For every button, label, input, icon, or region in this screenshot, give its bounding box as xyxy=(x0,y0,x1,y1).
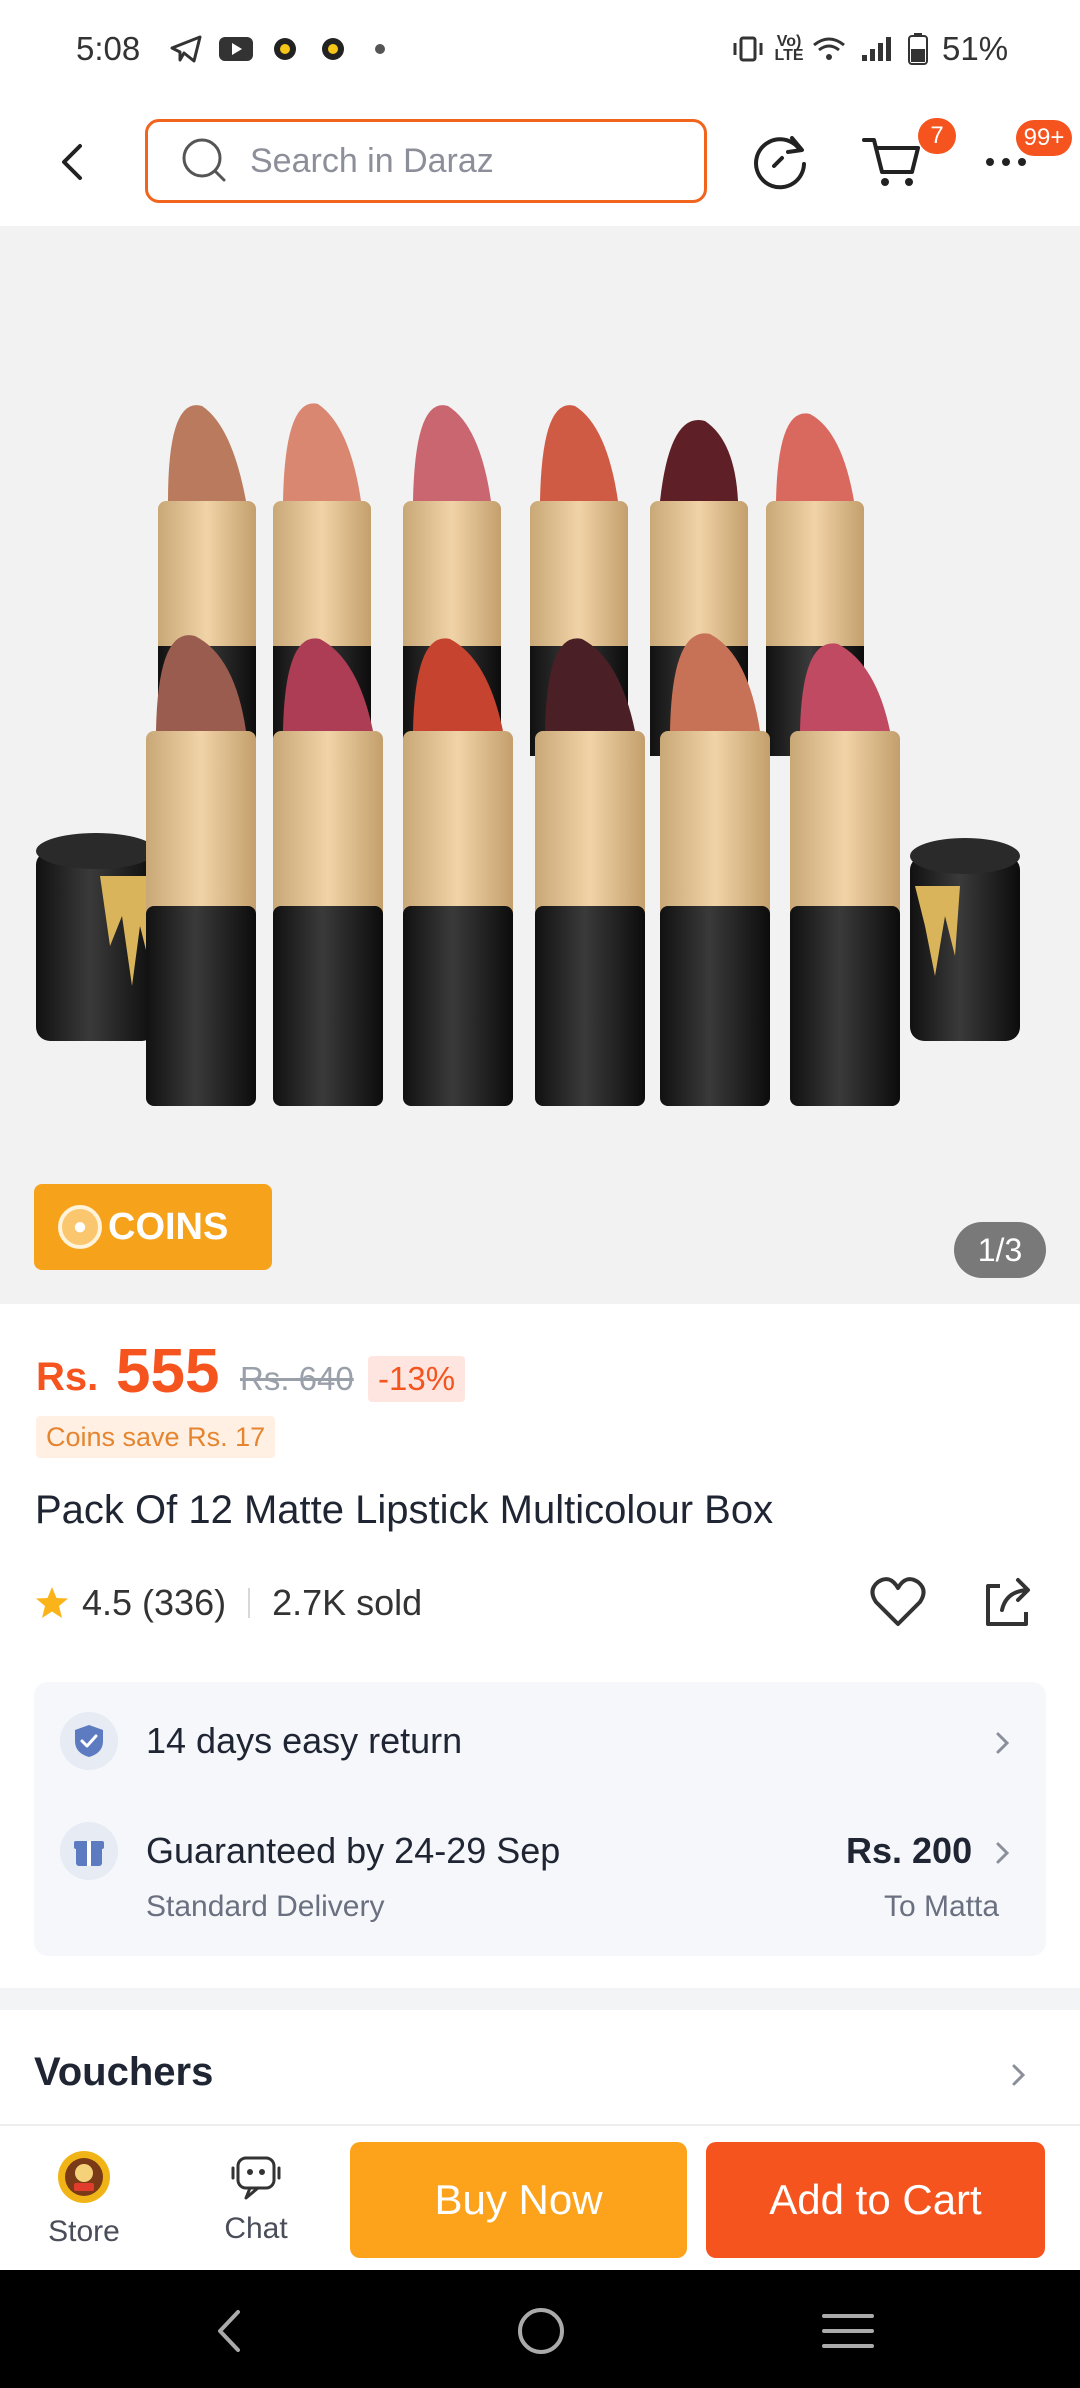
section-divider xyxy=(0,1988,1080,2010)
refresh-history-icon[interactable] xyxy=(748,128,812,192)
telegram-icon xyxy=(170,33,202,65)
price: 555 xyxy=(116,1337,220,1406)
system-navigation-bar xyxy=(0,2270,1080,2388)
network-label: Vo) LTE xyxy=(774,33,804,64)
youtube-icon xyxy=(218,33,254,65)
share-icon[interactable] xyxy=(980,1572,1036,1632)
store-logo-icon xyxy=(58,2151,110,2203)
chevron-right-icon xyxy=(996,1732,1010,1754)
discount-badge: -13% xyxy=(368,1356,466,1402)
vouchers-heading[interactable]: Vouchers xyxy=(34,2050,213,2095)
dot-icon xyxy=(374,33,386,65)
delivery-destination: To Matta xyxy=(884,1890,1000,1923)
battery-percent: 51% xyxy=(942,30,1009,67)
app-notification-icon xyxy=(320,33,346,65)
product-title: Pack Of 12 Matte Lipstick Multicolour Bo… xyxy=(35,1488,774,1532)
app-notification-icon xyxy=(272,33,298,65)
coins-badge: ● COINS xyxy=(34,1184,272,1270)
divider xyxy=(248,1588,251,1618)
service-card: 14 days easy return Guaranteed by 24-29 … xyxy=(34,1682,1046,1956)
sold-count: 2.7K sold xyxy=(272,1582,423,1623)
rating-value: 4.5 xyxy=(82,1582,133,1623)
price-currency: Rs. xyxy=(36,1355,99,1399)
coins-save-badge: Coins save Rs. 17 xyxy=(36,1416,276,1458)
star-icon xyxy=(36,1587,68,1618)
chevron-right-icon[interactable] xyxy=(1008,2060,1030,2090)
buy-now-button[interactable]: Buy Now xyxy=(350,2142,687,2258)
wishlist-heart-icon[interactable] xyxy=(868,1572,928,1632)
battery-icon xyxy=(908,33,928,65)
cart-icon[interactable] xyxy=(860,128,924,192)
review-count: (336) xyxy=(142,1582,227,1623)
chat-label: Chat xyxy=(224,2212,288,2245)
status-bar: 5:08 Vo) LTE 51% xyxy=(0,0,1080,100)
bottom-action-bar: Store Chat Buy Now Add to Cart xyxy=(0,2124,1080,2270)
store-label: Store xyxy=(48,2215,120,2248)
search-input[interactable]: Search in Daraz xyxy=(145,119,707,203)
signal-icon xyxy=(860,33,894,65)
back-arrow-icon[interactable] xyxy=(54,140,90,184)
cart-count-badge: 7 xyxy=(918,118,956,154)
image-pager: 1/3 xyxy=(954,1222,1046,1278)
vibrate-icon xyxy=(730,33,766,65)
system-back-icon[interactable] xyxy=(210,2306,250,2356)
system-home-icon[interactable] xyxy=(514,2304,568,2358)
coin-icon: ● xyxy=(58,1205,102,1249)
status-time: 5:08 xyxy=(76,30,141,67)
original-price: Rs. 640 xyxy=(240,1360,354,1397)
add-to-cart-button[interactable]: Add to Cart xyxy=(706,2142,1045,2258)
lipstick-illustration xyxy=(36,403,1020,1106)
delivery-price: Rs. 200 xyxy=(846,1830,973,1871)
chat-icon xyxy=(231,2156,281,2200)
chevron-right-icon xyxy=(996,1842,1010,1864)
system-recents-icon[interactable] xyxy=(820,2308,876,2354)
notification-badge: 99+ xyxy=(1016,120,1072,156)
store-button[interactable]: Store xyxy=(14,2126,154,2272)
top-nav-bar: Search in Daraz 7 99+ xyxy=(0,100,1080,224)
shield-check-icon xyxy=(60,1712,118,1770)
product-image[interactable] xyxy=(0,226,1080,1304)
rating-row[interactable]: 4.5 (336) 2.7K sold xyxy=(34,1578,422,1628)
wifi-icon xyxy=(812,33,846,65)
delivery-type: Standard Delivery xyxy=(146,1890,385,1923)
search-placeholder: Search in Daraz xyxy=(250,141,494,180)
delivery-label: Guaranteed by 24-29 Sep xyxy=(146,1830,561,1871)
gift-box-icon xyxy=(60,1822,118,1880)
coins-label: COINS xyxy=(108,1205,229,1248)
chat-button[interactable]: Chat xyxy=(186,2126,326,2272)
search-icon xyxy=(182,138,226,182)
return-label: 14 days easy return xyxy=(146,1720,463,1761)
